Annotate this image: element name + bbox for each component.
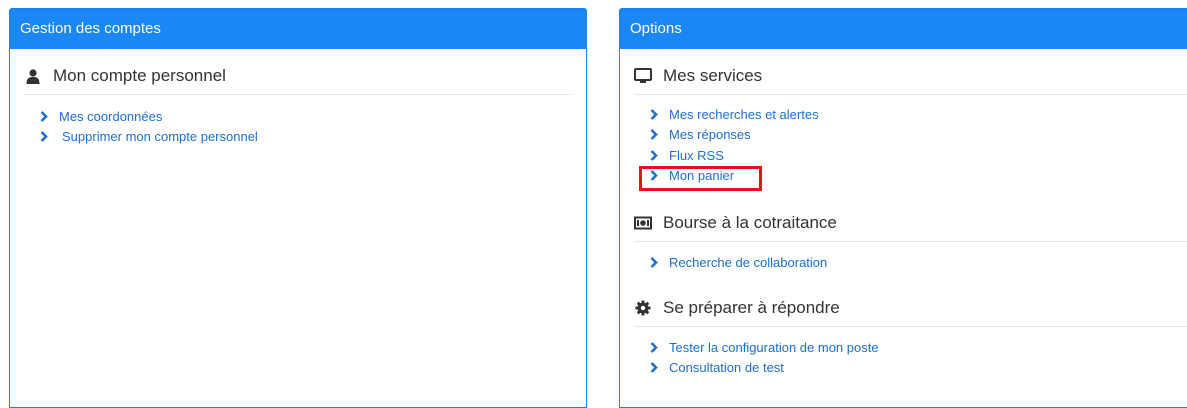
section-personal-account: Mon compte personnel	[24, 66, 226, 86]
link-label[interactable]: Supprimer mon compte personnel	[62, 129, 258, 144]
divider	[634, 326, 1187, 327]
divider	[634, 94, 1187, 95]
section-title-my-services: Mes services	[663, 66, 763, 85]
chevron-right-icon	[650, 341, 660, 353]
link-label[interactable]: Tester la configuration de mon poste	[669, 340, 879, 355]
highlight-box-my-cart	[639, 166, 762, 191]
chevron-right-icon	[40, 131, 50, 143]
section-prepare-response: Se préparer à répondre	[634, 298, 840, 318]
chevron-right-icon	[40, 110, 50, 122]
link-collaboration-search[interactable]: Recherche de collaboration	[650, 252, 827, 273]
link-label[interactable]: Consultation de test	[669, 360, 784, 375]
gear-icon	[634, 299, 652, 317]
personal-account-links: Mes coordonnées Supprimer mon compte per…	[40, 106, 258, 147]
monitor-icon	[634, 67, 652, 85]
section-cotraitance: Bourse à la cotraitance	[634, 213, 837, 233]
link-test-configuration[interactable]: Tester la configuration de mon poste	[650, 337, 879, 358]
link-rss-feed[interactable]: Flux RSS	[650, 145, 819, 166]
divider	[24, 94, 572, 95]
section-title-cotraitance: Bourse à la cotraitance	[663, 213, 837, 232]
section-my-services: Mes services	[634, 66, 762, 86]
panel-header-account: Gestion des comptes	[10, 9, 586, 49]
account-management-panel: Gestion des comptes Mon compte personnel…	[9, 8, 587, 408]
link-label[interactable]: Mes coordonnées	[59, 109, 162, 124]
divider	[634, 241, 1187, 242]
link-my-responses[interactable]: Mes réponses	[650, 125, 819, 146]
options-panel: Options Mes services Mes recherches et a…	[619, 8, 1187, 408]
prepare-response-links: Tester la configuration de mon poste Con…	[650, 337, 879, 378]
link-delete-account[interactable]: Supprimer mon compte personnel	[40, 127, 258, 148]
chevron-right-icon	[650, 108, 660, 120]
link-label[interactable]: Flux RSS	[669, 148, 724, 163]
banknote-icon	[634, 214, 652, 232]
link-searches-alerts[interactable]: Mes recherches et alertes	[650, 104, 819, 125]
cotraitance-links: Recherche de collaboration	[650, 252, 827, 273]
section-title-prepare-response: Se préparer à répondre	[663, 298, 840, 317]
link-label[interactable]: Mes réponses	[669, 127, 751, 142]
link-my-details[interactable]: Mes coordonnées	[40, 106, 258, 127]
section-title-personal-account: Mon compte personnel	[53, 66, 226, 85]
link-label[interactable]: Mes recherches et alertes	[669, 107, 819, 122]
chevron-right-icon	[650, 256, 660, 268]
panel-header-options: Options	[620, 9, 1187, 49]
chevron-right-icon	[650, 362, 660, 374]
user-icon	[24, 67, 42, 85]
chevron-right-icon	[650, 129, 660, 141]
link-test-consultation[interactable]: Consultation de test	[650, 358, 879, 379]
link-label[interactable]: Recherche de collaboration	[669, 255, 827, 270]
chevron-right-icon	[650, 149, 660, 161]
